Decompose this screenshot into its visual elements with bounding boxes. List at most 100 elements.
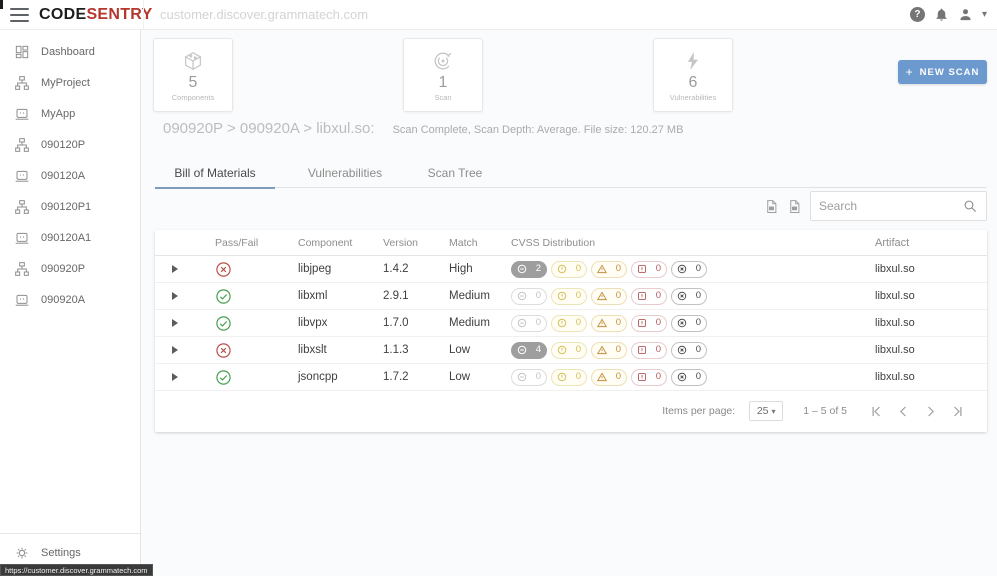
expand-row-icon[interactable] [172,265,178,273]
medium-severity-icon [597,345,607,355]
items-per-page-label: Items per page: [662,405,735,417]
sidebar-item-090120p[interactable]: 090120P [0,129,140,160]
cvss-badge-none: 2 [511,261,547,278]
notifications-icon[interactable] [934,7,949,22]
expand-row-icon[interactable] [172,346,178,354]
cvss-count: 0 [656,264,661,274]
low-severity-icon [557,291,567,301]
expand-row-icon[interactable] [172,319,178,327]
critical-severity-icon [677,372,687,382]
summary-card-components[interactable]: 5 Components [153,38,233,112]
sidebar-item-090120p1[interactable]: 090120P1 [0,191,140,222]
new-scan-button[interactable]: + NEW SCAN [898,60,987,84]
tab-label: Vulnerabilities [308,166,382,180]
previous-page-button[interactable] [896,404,911,419]
items-per-page-select[interactable]: 25 ▾ [749,401,783,421]
help-icon[interactable]: ? [910,7,925,22]
low-severity-icon [557,264,567,274]
next-page-button[interactable] [923,404,938,419]
last-page-button[interactable] [950,404,965,419]
sidebar-item-myproject[interactable]: MyProject [0,67,140,98]
sidebar-item-090120a1[interactable]: 090120A1 [0,222,140,253]
search-input[interactable] [819,199,962,213]
artifact-name: libxul.so [861,290,987,302]
account-icon[interactable] [958,7,973,22]
expand-row-icon[interactable] [172,373,178,381]
export-pdf-icon[interactable] [787,199,802,214]
component-name: libxml [280,290,375,302]
none-severity-icon [517,264,527,274]
component-name: libvpx [280,317,375,329]
sidebar-item-090920a[interactable]: 090920A [0,284,140,315]
table-row[interactable]: libxslt 1.1.3 Low 4 0 0 0 0 libxul.so [155,337,987,364]
codesentry-app-window: CODESENTRY customer.discover.grammatech.… [0,0,997,576]
table-row[interactable]: jsoncpp 1.7.2 Low 0 0 0 0 0 libxul.so [155,364,987,391]
match-level: High [445,263,511,275]
cvss-badge-critical: 0 [671,369,707,386]
sidebar-item-090120a[interactable]: 090120A [0,160,140,191]
sidebar-item-090920p[interactable]: 090920P [0,253,140,284]
cvss-badge-medium: 0 [591,342,627,359]
tab-bill-of-materials[interactable]: Bill of Materials [155,158,275,188]
table-header-row: Pass/Fail Component Version Match CVSS D… [155,230,987,256]
cvss-badge-critical: 0 [671,288,707,305]
cvss-badge-high: 0 [631,315,667,332]
artifact-name: libxul.so [861,344,987,356]
cvss-badges: 0 0 0 0 0 [511,315,861,332]
low-severity-icon [557,372,567,382]
summary-card-scan[interactable]: 1 Scan [403,38,483,112]
component-version: 1.4.2 [375,263,445,275]
none-severity-icon [517,372,527,382]
cvss-count: 0 [656,291,661,301]
search-icon[interactable] [962,198,978,214]
medium-severity-icon [597,291,607,301]
sidebar-item-label: MyProject [41,77,90,89]
pagination-controls [869,404,965,419]
critical-severity-icon [677,345,687,355]
match-level: Medium [445,317,511,329]
gear-icon [13,544,30,561]
summary-card-vulnerabilities[interactable]: 6 Vulnerabilities [653,38,733,112]
none-severity-icon [517,291,527,301]
cvss-badge-none: 4 [511,342,547,359]
cvss-badge-high: 0 [631,261,667,278]
none-severity-icon [517,318,527,328]
cvss-badges: 4 0 0 0 0 [511,342,861,359]
export-csv-icon[interactable] [764,199,779,214]
corner-artifact [0,0,3,9]
artifact-name: libxul.so [861,263,987,275]
app-icon [13,105,30,122]
first-page-button[interactable] [869,404,884,419]
critical-severity-icon [677,318,687,328]
high-severity-icon [637,372,647,382]
fail-x-icon [215,261,232,278]
sidebar-item-dashboard[interactable]: Dashboard [0,36,140,67]
pass-check-icon [215,369,232,386]
cvss-badge-medium: 0 [591,369,627,386]
cvss-count: 0 [656,318,661,328]
component-version: 1.7.0 [375,317,445,329]
tab-vulnerabilities[interactable]: Vulnerabilities [275,158,415,188]
account-caret-icon[interactable]: ▾ [982,9,987,20]
table-row[interactable]: libjpeg 1.4.2 High 2 0 0 0 0 libxul.so [155,256,987,283]
sidebar-item-myapp[interactable]: MyApp [0,98,140,129]
pass-fail-cell [195,342,280,359]
cvss-count: 0 [696,372,701,382]
app-logo[interactable]: CODESENTRY [39,6,153,24]
table-row[interactable]: libxml 2.9.1 Medium 0 0 0 0 0 libxul.so [155,283,987,310]
match-level: Medium [445,290,511,302]
menu-icon[interactable] [10,8,29,22]
component-version: 2.9.1 [375,290,445,302]
tab-scan-tree[interactable]: Scan Tree [415,158,495,188]
scan-status-text: Scan Complete, Scan Depth: Average. File… [393,124,684,136]
summary-cards: 5 Components 1 Scan 6 Vulnerabilities [153,38,733,112]
app-icon [13,291,30,308]
sidebar-item-label: 090120P [41,139,85,151]
match-level: Low [445,344,511,356]
table-row[interactable]: libvpx 1.7.0 Medium 0 0 0 0 0 libxul.so [155,310,987,337]
match-level: Low [445,371,511,383]
table-body: libjpeg 1.4.2 High 2 0 0 0 0 libxul.so l… [155,256,987,391]
high-severity-icon [637,318,647,328]
expand-row-icon[interactable] [172,292,178,300]
pagination-bar: Items per page: 25 ▾ 1 – 5 of 5 [155,391,987,431]
